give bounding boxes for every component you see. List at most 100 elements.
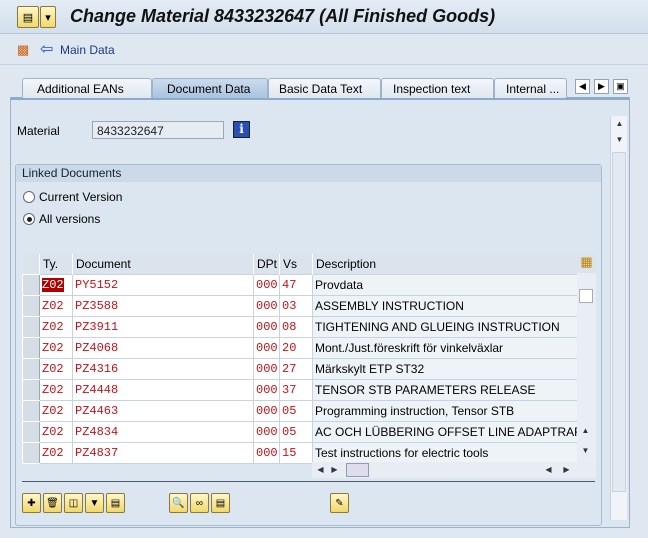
cell-vs[interactable]: 05 — [279, 420, 313, 443]
cell-document[interactable]: PZ3588 — [72, 294, 254, 317]
cell-ty[interactable]: Z02 — [39, 294, 73, 317]
other-view-icon[interactable]: ▩ — [17, 42, 29, 58]
tab-internal[interactable]: Internal ... — [494, 78, 567, 98]
cell-dpt[interactable]: 000 — [253, 378, 280, 401]
cell-description[interactable]: Provdata — [312, 273, 584, 296]
cell-document[interactable]: PZ3911 — [72, 315, 254, 338]
cell-dpt[interactable]: 000 — [253, 336, 280, 359]
cell-description[interactable]: AC OCH LÜBBERING OFFSET LINE ADAPTRAR — [312, 420, 584, 443]
row-selector[interactable] — [22, 315, 40, 338]
table-horizontal-scrollbar[interactable]: ◀ ▶ ◀ ▶ — [312, 462, 596, 478]
cell-vs[interactable]: 03 — [279, 294, 313, 317]
tab-scroll-left-icon[interactable]: ◀ — [575, 79, 590, 94]
cell-description[interactable]: TIGHTENING AND GLUEING INSTRUCTION — [312, 315, 584, 338]
cell-vs[interactable]: 08 — [279, 315, 313, 338]
back-arrow-icon[interactable]: ⇦ — [40, 39, 53, 59]
cell-document[interactable]: PY5152 — [72, 273, 254, 296]
radio-all-versions[interactable]: All versions — [23, 212, 100, 226]
system-menu-icon[interactable]: ▤ — [17, 6, 39, 28]
col-document[interactable]: Document — [72, 254, 254, 274]
cell-description[interactable]: Programming instruction, Tensor STB — [312, 399, 584, 422]
select-all-header[interactable] — [22, 254, 40, 274]
cell-vs[interactable]: 15 — [279, 441, 313, 464]
document-icon[interactable]: ▤ — [211, 493, 230, 513]
cell-ty[interactable]: Z02 — [39, 378, 73, 401]
main-data-button[interactable]: Main Data — [60, 43, 115, 57]
col-vs[interactable]: Vs — [279, 254, 313, 274]
scroll-right-icon[interactable]: ▶ — [558, 462, 575, 478]
tab-additional-eans[interactable]: Additional EANs — [22, 78, 152, 98]
table-vertical-scrollbar[interactable]: ▲ ▼ — [577, 273, 596, 462]
row-selector[interactable] — [22, 399, 40, 422]
col-ty[interactable]: Ty. — [39, 254, 73, 274]
cell-description[interactable]: ASSEMBLY INSTRUCTION — [312, 294, 584, 317]
display-document-icon[interactable]: 🔍 — [169, 493, 188, 513]
row-selector[interactable] — [22, 294, 40, 317]
radio-current-version[interactable]: Current Version — [23, 190, 122, 204]
table-row[interactable]: Z02 PZ4448 000 37 TENSOR STB PARAMETERS … — [22, 378, 584, 401]
tab-scroll-right-icon[interactable]: ▶ — [594, 79, 609, 94]
scroll-up-icon[interactable]: ▲ — [577, 423, 594, 439]
cell-ty[interactable]: Z02 — [39, 357, 73, 380]
cell-document[interactable]: PZ4837 — [72, 441, 254, 464]
table-row[interactable]: Z02 PZ4316 000 27 Märkskylt ETP ST32 — [22, 357, 584, 380]
table-row[interactable]: Z02 PZ3588 000 03 ASSEMBLY INSTRUCTION — [22, 294, 584, 317]
cell-dpt[interactable]: 000 — [253, 315, 280, 338]
cell-dpt[interactable]: 000 — [253, 357, 280, 380]
cell-ty[interactable]: Z02 — [39, 399, 73, 422]
scroll-down-icon[interactable]: ▼ — [611, 132, 628, 148]
cell-vs[interactable]: 47 — [279, 273, 313, 296]
panel-vertical-scrollbar[interactable]: ▲ ▼ — [610, 116, 627, 520]
table-row[interactable]: Z02 PZ4834 000 05 AC OCH LÜBBERING OFFSE… — [22, 420, 584, 443]
cell-dpt[interactable]: 000 — [253, 441, 280, 464]
column-settings-icon[interactable]: ▦ — [577, 254, 596, 273]
tab-inspection-text[interactable]: Inspection text — [381, 78, 494, 98]
cell-vs[interactable]: 27 — [279, 357, 313, 380]
row-selector[interactable] — [22, 441, 40, 464]
cell-vs[interactable]: 37 — [279, 378, 313, 401]
cell-ty[interactable]: Z02 — [39, 420, 73, 443]
print-icon[interactable]: ▤ — [106, 493, 125, 513]
cell-description[interactable]: Mont./Just.föreskrift för vinkelväxlar — [312, 336, 584, 359]
cell-ty[interactable]: Z02 — [39, 315, 73, 338]
edit-icon[interactable]: ✎ — [330, 493, 349, 513]
table-row[interactable]: Z02 PZ4463 000 05 Programming instructio… — [22, 399, 584, 422]
cell-vs[interactable]: 05 — [279, 399, 313, 422]
cell-document[interactable]: PZ4448 — [72, 378, 254, 401]
tab-document-data[interactable]: Document Data — [152, 78, 268, 98]
col-dpt[interactable]: DPt — [253, 254, 280, 274]
row-selector[interactable] — [22, 336, 40, 359]
cell-dpt[interactable]: 000 — [253, 420, 280, 443]
scroll-up-icon[interactable]: ▲ — [611, 116, 628, 132]
info-icon[interactable]: i — [233, 121, 250, 138]
delete-icon[interactable]: 🗑 — [43, 493, 62, 513]
table-row[interactable]: Z02 PZ3911 000 08 TIGHTENING AND GLUEING… — [22, 315, 584, 338]
cell-dpt[interactable]: 000 — [253, 399, 280, 422]
scroll-thumb[interactable] — [612, 152, 626, 492]
cell-document[interactable]: PZ4316 — [72, 357, 254, 380]
row-selector[interactable] — [22, 273, 40, 296]
filter-icon[interactable]: ▼ — [85, 493, 104, 513]
find-icon[interactable]: ◫ — [64, 493, 83, 513]
table-row[interactable]: Z02 PZ4068 000 20 Mont./Just.föreskrift … — [22, 336, 584, 359]
material-field[interactable]: 8433232647 — [92, 121, 224, 139]
cell-description[interactable]: Märkskylt ETP ST32 — [312, 357, 584, 380]
scroll-right-icon[interactable]: ▶ — [326, 462, 343, 478]
create-document-icon[interactable]: ✚ — [22, 493, 41, 513]
row-selector[interactable] — [22, 378, 40, 401]
tab-list-icon[interactable]: ▣ — [613, 79, 628, 94]
scroll-thumb[interactable] — [346, 463, 369, 477]
system-menu-dropdown-icon[interactable]: ▾ — [40, 6, 56, 28]
view-original-icon[interactable]: ∞ — [190, 493, 209, 513]
cell-document[interactable]: PZ4068 — [72, 336, 254, 359]
cell-ty[interactable]: Z02 — [39, 336, 73, 359]
cell-ty[interactable]: Z02 — [39, 441, 73, 464]
cell-document[interactable]: PZ4463 — [72, 399, 254, 422]
cell-dpt[interactable]: 000 — [253, 273, 280, 296]
table-row[interactable]: Z02 PY5152 000 47 Provdata — [22, 273, 584, 296]
cell-description[interactable]: Test instructions for electric tools — [312, 441, 584, 464]
tab-basic-data-text[interactable]: Basic Data Text — [268, 78, 381, 98]
scroll-thumb[interactable] — [579, 289, 593, 303]
row-selector[interactable] — [22, 357, 40, 380]
row-selector[interactable] — [22, 420, 40, 443]
